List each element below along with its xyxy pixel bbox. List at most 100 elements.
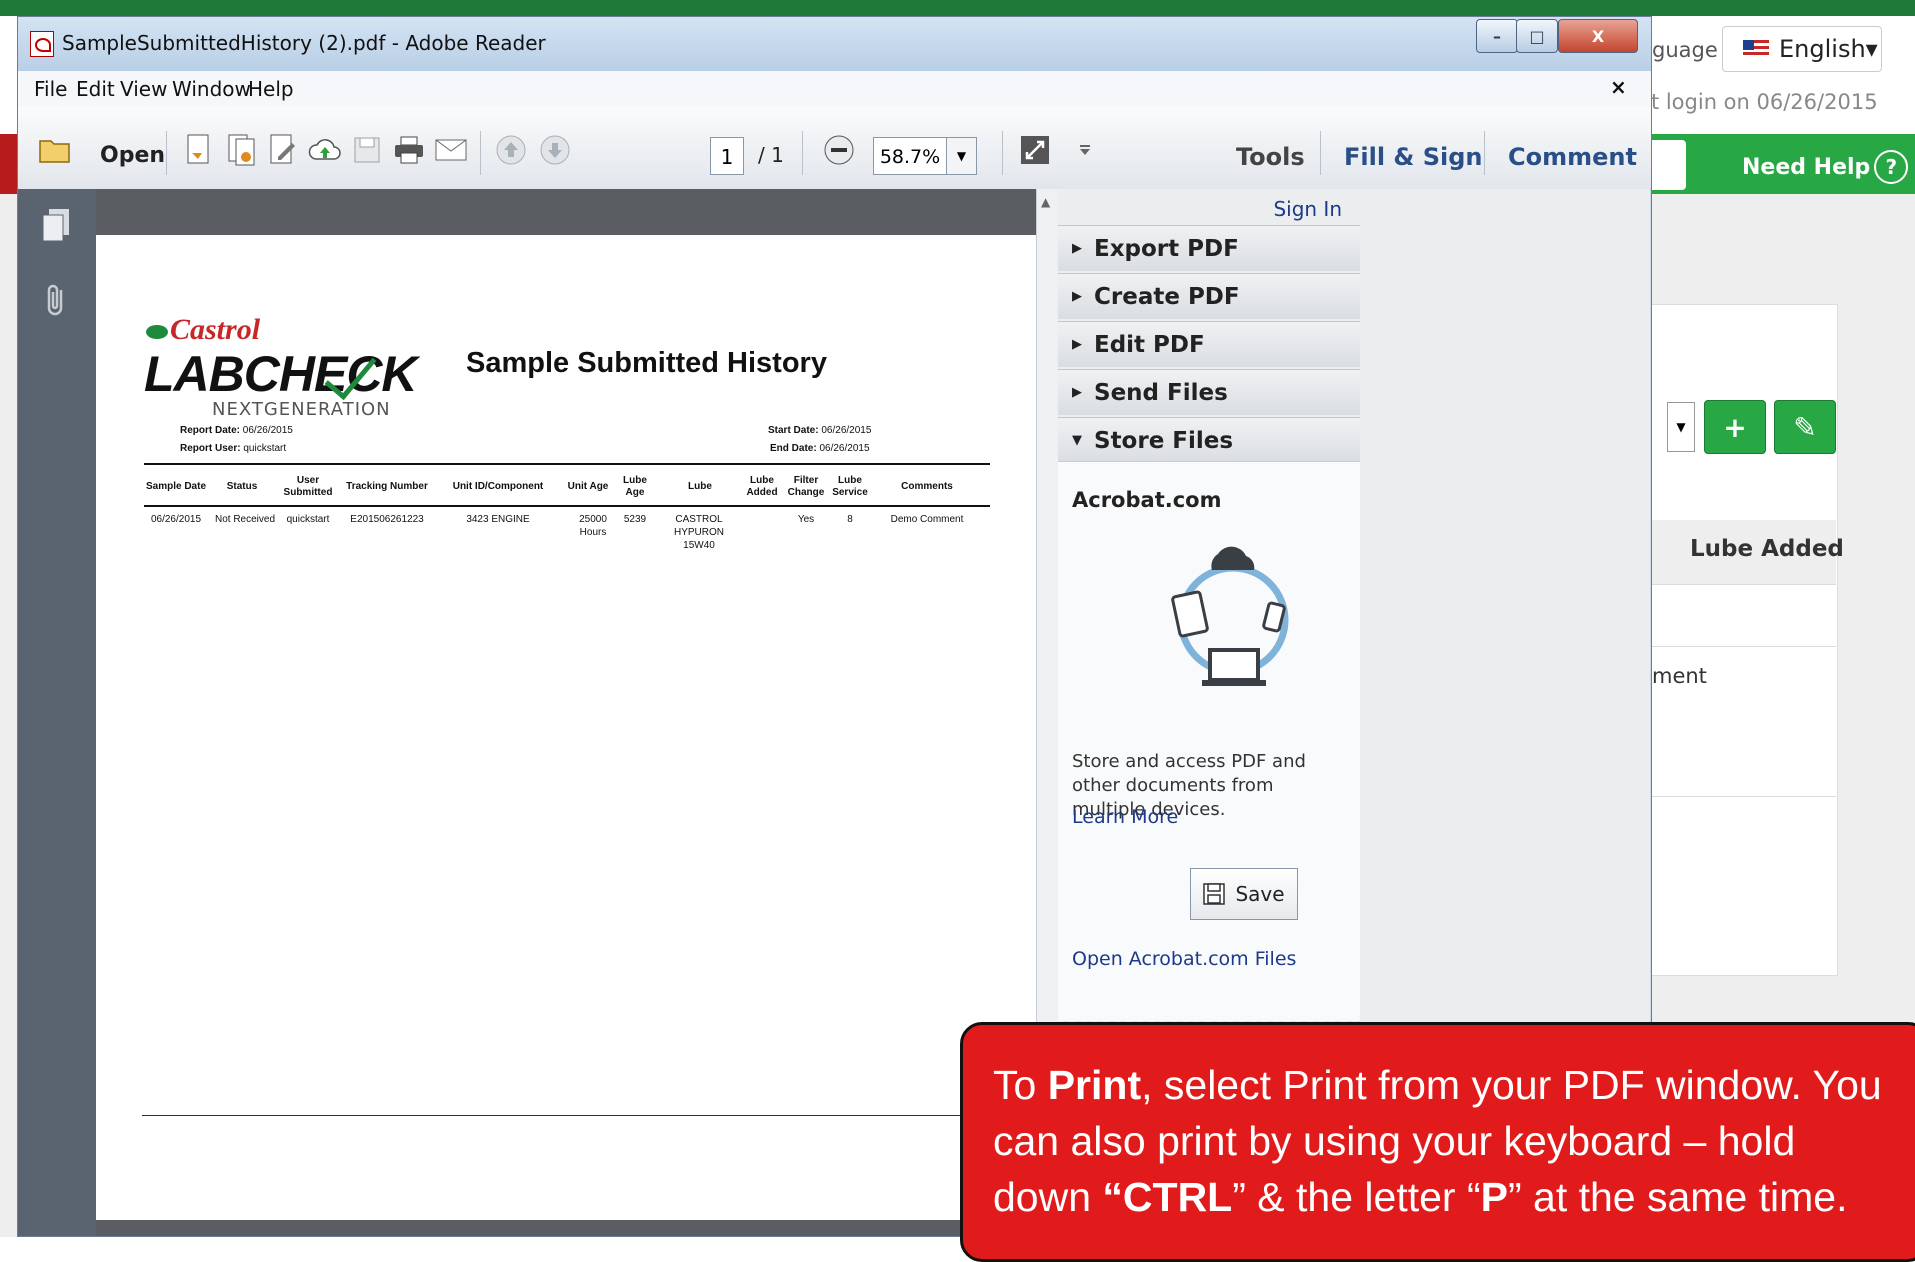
- menu-file[interactable]: File: [34, 77, 67, 101]
- castrol-logo-text: Castrol: [170, 313, 261, 346]
- page-thumbnails-icon[interactable]: [38, 205, 74, 245]
- menu-bar: File Edit View Window Help ×: [18, 71, 1651, 108]
- cell-user-submitted: quickstart: [286, 514, 330, 525]
- scroll-up-icon[interactable]: ▲: [1041, 195, 1050, 209]
- sign-in-link[interactable]: Sign In: [1273, 197, 1342, 221]
- toolbar-separator: [1320, 131, 1321, 175]
- column-header-unit-id: Unit ID/Component: [452, 481, 544, 492]
- expand-triangle-icon: ▶: [1072, 289, 1082, 304]
- edit-icon: ✎: [1793, 410, 1817, 444]
- acrobat-com-label: Acrobat.com: [1072, 488, 1222, 512]
- window-title: SampleSubmittedHistory (2).pdf - Adobe R…: [62, 31, 546, 55]
- lube-added-header: Lube Added: [1690, 536, 1844, 562]
- learn-more-link[interactable]: Learn More: [1072, 806, 1178, 828]
- store-files-body: Acrobat.com Store and access PDF and oth…: [1058, 461, 1360, 1072]
- section-store-files[interactable]: ▼ Store Files: [1058, 417, 1360, 463]
- expand-triangle-icon: ▶: [1072, 241, 1082, 256]
- language-dropdown[interactable]: English▾: [1722, 26, 1882, 72]
- start-date: Start Date: 06/26/2015: [768, 425, 872, 436]
- open-acrobat-files-link[interactable]: Open Acrobat.com Files: [1072, 948, 1296, 970]
- menu-window[interactable]: Window: [172, 77, 251, 101]
- column-header-lube-added: Lube Added: [746, 475, 778, 498]
- open-button[interactable]: Open: [100, 143, 165, 168]
- collapse-triangle-icon: ▼: [1072, 433, 1082, 448]
- cell-lube-age: 5239: [623, 514, 647, 525]
- castrol-logo: Castrol: [146, 313, 260, 347]
- edit-pdf-icon[interactable]: [266, 133, 300, 167]
- maximize-button[interactable]: □: [1516, 19, 1558, 53]
- need-help-label: Need Help: [1742, 154, 1871, 180]
- upload-cloud-icon[interactable]: [308, 133, 342, 167]
- toolbar-separator: [802, 131, 803, 175]
- edit-button[interactable]: ✎: [1774, 400, 1836, 454]
- expand-triangle-icon: ▶: [1072, 337, 1082, 352]
- cell-filter-change: Yes: [797, 514, 815, 525]
- menu-view[interactable]: View: [120, 77, 167, 101]
- print-icon[interactable]: [392, 133, 426, 167]
- column-header-lube-age: Lube Age: [623, 475, 647, 498]
- end-date: End Date: 06/26/2015: [770, 443, 870, 454]
- column-header-status: Status: [226, 481, 258, 492]
- last-login-text: st login on 06/26/2015: [1640, 90, 1878, 114]
- comment-tab[interactable]: Comment: [1508, 143, 1637, 171]
- toolbar-overflow-icon[interactable]: [1068, 133, 1102, 167]
- section-export-pdf[interactable]: ▶ Export PDF: [1058, 225, 1360, 271]
- add-button[interactable]: +: [1704, 400, 1766, 454]
- help-icon: ?: [1874, 150, 1909, 184]
- need-help-button[interactable]: Need Help ?: [1742, 150, 1909, 184]
- page-footer-rule: [142, 1115, 1036, 1116]
- table-top-rule: [144, 463, 990, 465]
- save-button[interactable]: Save: [1190, 868, 1298, 920]
- column-header-tracking-number: Tracking Number: [346, 481, 428, 492]
- comment-fragment: ment: [1652, 664, 1707, 688]
- plus-icon: +: [1723, 410, 1747, 444]
- expand-triangle-icon: ▶: [1072, 385, 1082, 400]
- tools-tab[interactable]: Tools: [1236, 143, 1305, 171]
- web-select-dropdown[interactable]: ▼: [1667, 402, 1695, 452]
- minimize-button[interactable]: –: [1476, 19, 1518, 53]
- save-icon[interactable]: [350, 133, 384, 167]
- zoom-out-icon[interactable]: [822, 133, 856, 167]
- fill-sign-tab[interactable]: Fill & Sign: [1344, 143, 1483, 171]
- cell-unit-id: 3423 ENGINE: [466, 514, 530, 525]
- column-header-filter-change: Filter Change: [787, 475, 825, 498]
- cell-lube-service: 8: [847, 514, 853, 525]
- navigation-pane: [18, 189, 96, 1236]
- cell-tracking-number: E201506261223: [350, 514, 424, 525]
- save-label: Save: [1235, 882, 1285, 906]
- previous-page-icon[interactable]: [494, 133, 528, 167]
- menu-edit[interactable]: Edit: [76, 77, 115, 101]
- page-number-input[interactable]: 1: [710, 137, 744, 175]
- open-folder-icon[interactable]: [38, 133, 72, 167]
- close-document-icon[interactable]: ×: [1610, 75, 1627, 99]
- email-icon[interactable]: [434, 133, 468, 167]
- column-header-comments: Comments: [901, 481, 953, 492]
- section-send-files[interactable]: ▶ Send Files: [1058, 369, 1360, 415]
- title-bar[interactable]: SampleSubmittedHistory (2).pdf - Adobe R…: [18, 17, 1651, 71]
- next-page-icon[interactable]: [538, 133, 572, 167]
- menu-help[interactable]: Help: [248, 77, 294, 101]
- instruction-text: To Print, select Print from your PDF win…: [993, 1062, 1882, 1220]
- section-create-pdf[interactable]: ▶ Create PDF: [1058, 273, 1360, 319]
- web-table-row: [1640, 584, 1836, 647]
- zoom-level-input[interactable]: 58.7%: [873, 137, 947, 175]
- attachments-icon[interactable]: [38, 281, 74, 321]
- create-pdf-icon[interactable]: [182, 133, 216, 167]
- maximize-icon: □: [1529, 26, 1545, 46]
- cell-sample-date: 06/26/2015: [150, 514, 202, 525]
- cell-status: Not Received: [214, 514, 276, 525]
- logo-tagline: NEXTGENERATION: [212, 399, 391, 420]
- section-edit-pdf[interactable]: ▶ Edit PDF: [1058, 321, 1360, 367]
- fit-page-icon[interactable]: [1018, 133, 1052, 167]
- combine-files-icon[interactable]: [224, 133, 258, 167]
- zoom-dropdown-chevron-icon[interactable]: ▼: [947, 137, 977, 175]
- cell-lube: CASTROL HYPURON 15W40: [673, 514, 724, 551]
- language-value: English▾: [1779, 35, 1878, 63]
- column-header-lube: Lube: [688, 481, 712, 492]
- cell-unit-age: 25000 Hours: [579, 514, 607, 538]
- language-label: guage: [1652, 38, 1718, 62]
- page-total: / 1: [758, 143, 784, 167]
- document-area[interactable]: Castrol LABCHECK NEXTGENERATION Sample S…: [96, 189, 1036, 1236]
- close-button[interactable]: X: [1558, 19, 1638, 53]
- report-user: Report User: quickstart: [180, 443, 287, 454]
